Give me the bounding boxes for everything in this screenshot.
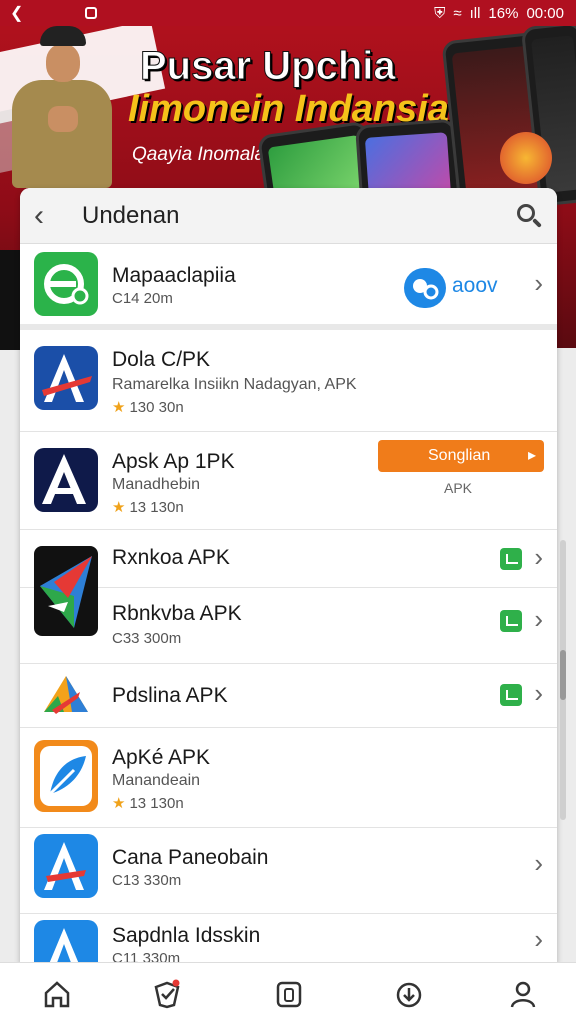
home-icon[interactable]	[42, 979, 72, 1009]
app-name: Mapaaclapiia	[112, 264, 236, 287]
scrollbar-thumb[interactable]	[560, 650, 566, 700]
profile-icon[interactable]	[508, 979, 538, 1009]
back-button[interactable]: ‹	[34, 200, 74, 231]
list-item[interactable]: ApKé APK Manandeain ★ 13 130n	[20, 728, 557, 828]
app-meta: C14 20m	[112, 290, 173, 307]
install-check-icon[interactable]	[500, 610, 522, 632]
list-item[interactable]: Sapdnla Idsskin C11 330m ›	[20, 914, 557, 964]
bottom-nav	[0, 962, 576, 1024]
check-badge-icon[interactable]	[152, 979, 182, 1009]
emblem-icon	[500, 132, 552, 184]
list-item[interactable]: Rbnkvba APK C33 300m ›	[20, 588, 557, 664]
app-meta: C13 330m	[112, 872, 182, 889]
notification-icon	[85, 7, 98, 19]
chevron-right-icon[interactable]: ›	[534, 544, 543, 570]
list-item[interactable]: Dola C/PK Ramarelka Insiikn Nadagyan, AP…	[20, 330, 557, 432]
chevron-right-icon[interactable]: ›	[534, 606, 543, 632]
app-description: Ramarelka Insiikn Nadagyan, APK	[112, 376, 357, 393]
page-title: Undenan	[82, 201, 180, 229]
officer-figure	[10, 26, 114, 188]
star-icon: ★	[112, 399, 126, 416]
app-description: Manandeain	[112, 772, 201, 789]
search-icon[interactable]	[515, 202, 543, 230]
battery-level: 16%	[488, 4, 519, 22]
app-a-icon	[34, 834, 98, 898]
app-name: Pdslina APK	[112, 684, 228, 707]
app-meta: ★ 13 130n	[112, 499, 184, 516]
background-strip	[0, 250, 22, 350]
list-item[interactable]: Pdslina APK ›	[20, 664, 557, 728]
clock: 00:00	[526, 4, 564, 22]
app-name: Dola C/PK	[112, 348, 211, 371]
card-header: ‹ Undenan	[20, 188, 557, 244]
link-icon	[404, 268, 446, 308]
app-description: Manadhebin	[112, 476, 201, 493]
chevron-right-icon[interactable]: ›	[534, 680, 543, 706]
chevron-right-icon[interactable]: ›	[534, 270, 543, 296]
banner-title: Pusar Upchia	[140, 44, 397, 89]
app-name: Cana Paneobain	[112, 846, 269, 869]
app-list-card: ‹ Undenan Mapaaclapiia C14 20m aoov › Do…	[20, 188, 557, 964]
app-a-icon	[34, 448, 98, 512]
signal-icon: ıll	[469, 4, 481, 22]
app-name: Sapdnla Idsskin	[112, 924, 261, 947]
app-meta: ★ 130 30n	[112, 399, 184, 416]
app-name: ApKé APK	[112, 746, 211, 769]
app-e-icon	[34, 252, 98, 316]
list-item[interactable]: Cana Paneobain C13 330m ›	[20, 828, 557, 914]
star-icon: ★	[112, 499, 126, 516]
wifi-icon: ≈	[453, 4, 462, 22]
download-icon[interactable]	[394, 979, 424, 1009]
chevron-right-icon[interactable]: ›	[534, 926, 543, 952]
list-item[interactable]: Rxnkoa APK ›	[20, 530, 557, 588]
app-a-icon	[34, 346, 98, 410]
download-button[interactable]: Songlian ▸	[378, 440, 544, 472]
shield-icon: ⛨	[434, 4, 446, 22]
install-check-icon[interactable]	[500, 548, 522, 570]
list-item[interactable]: Mapaaclapiia C14 20m aoov ›	[20, 244, 557, 326]
app-feather-icon	[34, 740, 98, 812]
status-bar: ❮ ⛨ ≈ ıll 16% 00:00	[0, 0, 576, 26]
banner-tagline: Qaayia Inomalah	[132, 144, 276, 165]
back-arrow-icon: ❮	[10, 5, 24, 22]
app-meta: C33 300m	[112, 630, 182, 647]
action-label[interactable]: aoov	[452, 274, 498, 298]
star-icon: ★	[112, 795, 126, 812]
app-name: Rxnkoa APK	[112, 546, 230, 569]
scrollbar[interactable]	[560, 540, 566, 820]
arrow-right-icon: ▸	[527, 447, 536, 464]
app-name: Rbnkvba APK	[112, 602, 242, 625]
install-check-icon[interactable]	[500, 684, 522, 706]
chevron-right-icon[interactable]: ›	[534, 850, 543, 876]
app-meta: ★ 13 130n	[112, 795, 184, 812]
app-square-icon[interactable]	[274, 979, 304, 1009]
button-caption: APK	[444, 480, 473, 496]
app-name: Apsk Ap 1PK	[112, 450, 235, 473]
app-triangle-icon	[34, 670, 98, 720]
app-a-icon	[34, 920, 98, 964]
list-item[interactable]: Apsk Ap 1PK Manadhebin ★ 13 130n Songlian…	[20, 432, 557, 530]
